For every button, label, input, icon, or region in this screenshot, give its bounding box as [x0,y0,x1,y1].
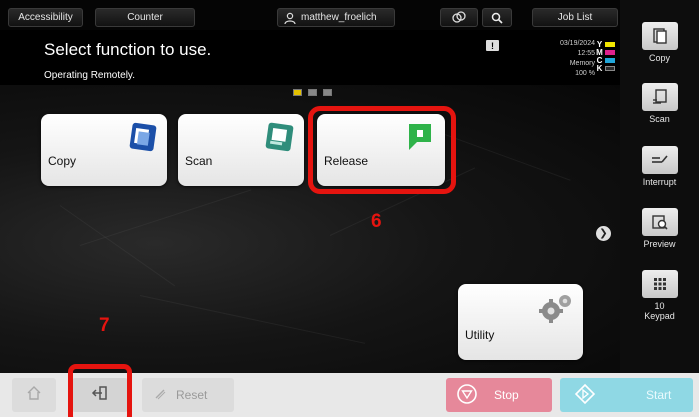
page-indicator-2[interactable] [308,89,317,96]
copy-tile-label: Copy [48,154,77,168]
home-button[interactable] [12,378,56,412]
message-area: Select function to use. Operating Remote… [0,30,620,85]
memory-value: 100 % [575,70,595,77]
preview-label: Preview [643,239,676,249]
reset-button[interactable]: Reset [142,378,234,412]
remote-link-button[interactable] [440,8,478,27]
counter-label: Counter [127,12,163,23]
preview-icon [641,208,678,236]
copy-side-label: Copy [648,53,670,63]
start-button[interactable]: Start [560,378,693,412]
job-list-button[interactable]: Job List [532,8,618,27]
interrupt-label: Interrupt [642,177,677,187]
right-panel: Copy Scan Interrupt Preview 10 Keypad [620,0,699,373]
scan-tile-label: Scan [185,154,213,168]
home-icon [26,385,42,406]
device-status: 03/19/2024 12:55 Memory 100 % [525,39,595,79]
copy-side-button[interactable]: Copy [629,22,690,63]
stop-button[interactable]: Stop [446,378,552,412]
reset-icon [154,388,166,403]
accessibility-button[interactable]: Accessibility [8,8,83,27]
copy-icon [125,120,159,159]
scan-icon [262,120,296,159]
user-icon [284,12,296,24]
date-text: 03/19/2024 [559,40,595,47]
search-icon [491,12,503,24]
annotation-box-release [308,106,456,194]
mfp-control-panel: Accessibility Counter matthew_froelich J… [0,0,699,417]
start-icon [574,383,596,408]
start-label: Start [646,388,672,402]
stop-icon [456,383,478,408]
keypad-count: 10 [654,301,665,311]
annotation-number-7: 7 [99,315,110,336]
scan-side-button[interactable]: Scan [629,83,690,124]
interrupt-icon [641,146,678,174]
job-list-label: Job List [557,12,593,23]
accessibility-label: Accessibility [18,12,73,23]
scan-tile[interactable]: Scan [178,114,304,186]
next-page-arrow[interactable]: ❯ [596,226,611,241]
annotation-box-logout [68,364,132,417]
toner-levels: Y M C K [596,40,618,73]
interrupt-button[interactable]: Interrupt [629,146,690,187]
scan-side-icon [641,83,678,111]
user-name: matthew_froelich [301,12,377,23]
search-button[interactable] [482,8,512,27]
page-title: Select function to use. [44,40,212,59]
counter-button[interactable]: Counter [95,8,195,27]
link-icon [451,11,467,24]
memory-label: Memory [569,60,595,67]
keypad-icon [641,270,678,298]
function-area: Copy Scan Release Utility ❯ 6 7 [0,85,620,373]
copy-tile[interactable]: Copy [41,114,167,186]
top-bar: Accessibility Counter matthew_froelich J… [0,0,620,30]
time-text: 12:55 [577,50,595,57]
preview-button[interactable]: Preview [629,208,690,249]
keypad-label: Keypad [644,311,675,321]
warning-icon[interactable]: ! [486,40,499,51]
reset-label: Reset [176,388,208,402]
gears-icon [535,292,575,331]
page-indicator-1[interactable] [293,89,302,96]
status-message: Operating Remotely. [44,70,135,81]
toner-row-k: K [596,64,618,73]
annotation-number-6: 6 [371,211,382,232]
scan-side-label: Scan [649,114,670,124]
utility-tile[interactable]: Utility [458,284,583,360]
page-indicator-3[interactable] [323,89,332,96]
copy-side-icon [641,22,678,50]
keypad-button[interactable]: 10 Keypad [629,270,690,321]
utility-tile-label: Utility [465,328,495,342]
user-button[interactable]: matthew_froelich [277,8,395,27]
stop-label: Stop [494,388,519,402]
